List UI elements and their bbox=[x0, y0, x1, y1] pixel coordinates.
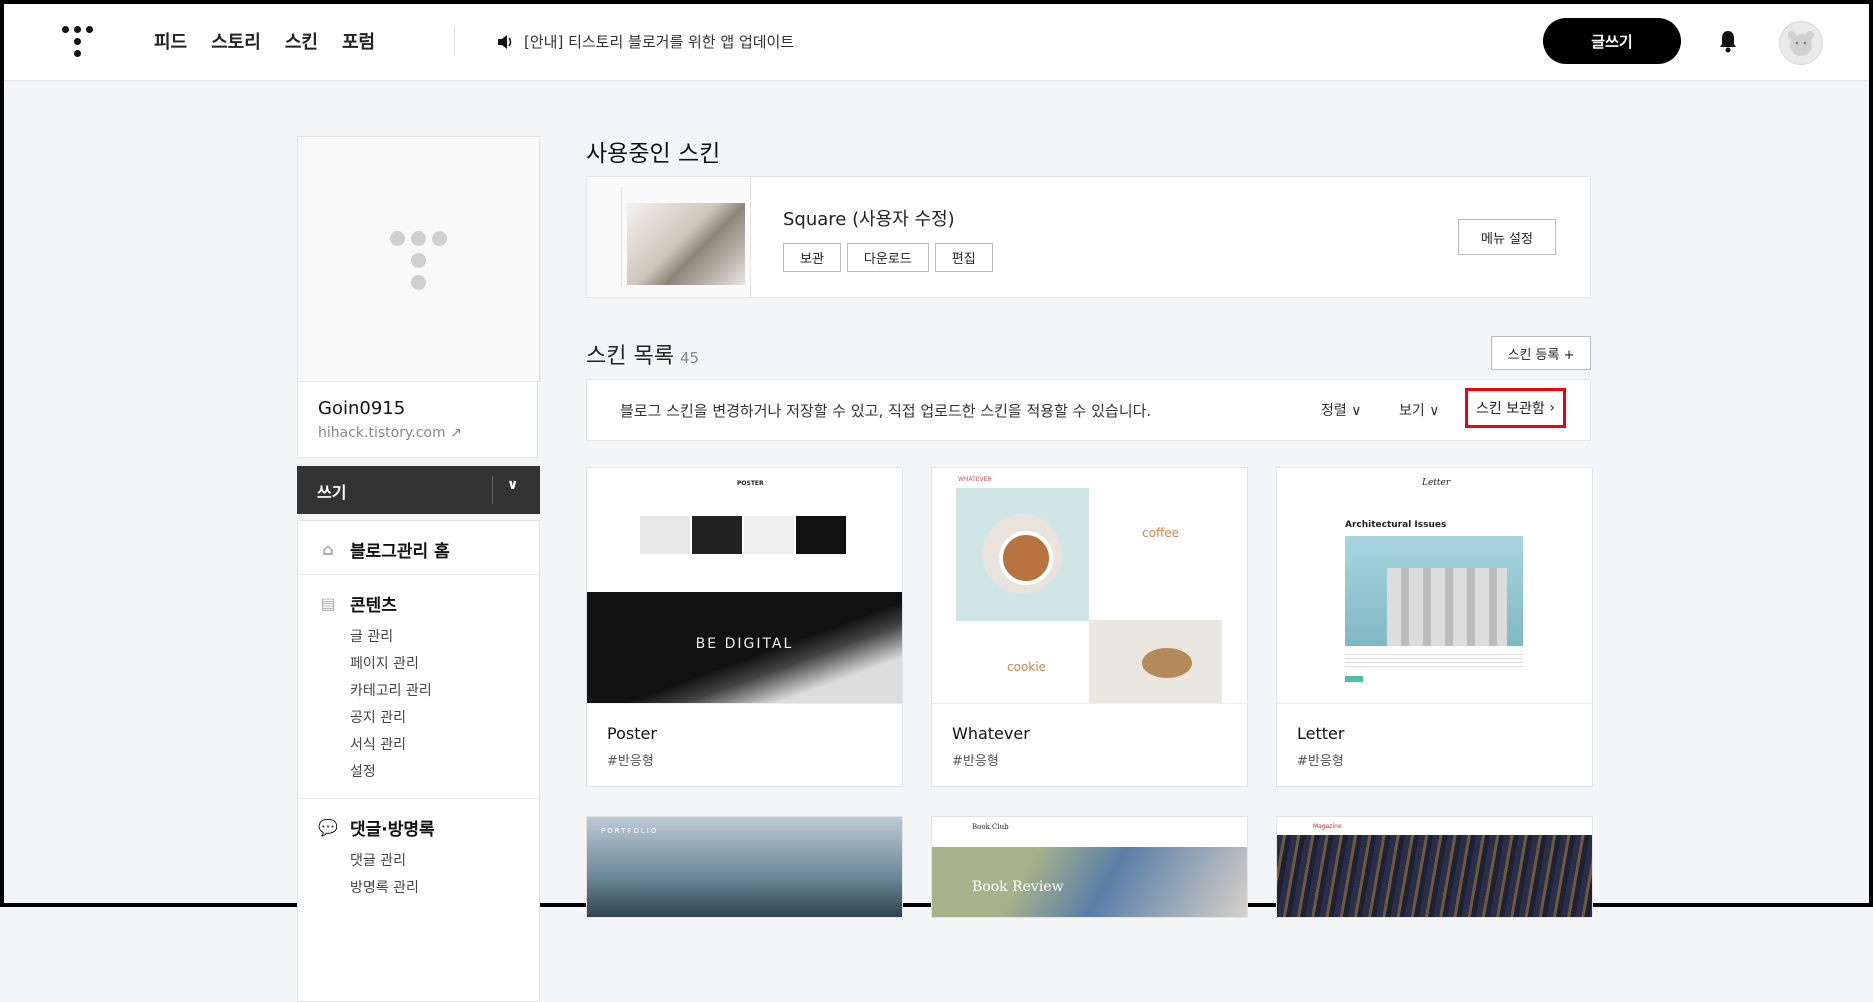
skin-storage-label: 스킨 보관함 bbox=[1476, 401, 1545, 417]
menu-home[interactable]: ⌂ 블로그관리 홈 bbox=[318, 537, 519, 563]
letter-preview-text: Architectural Issues bbox=[1345, 520, 1447, 530]
sidebar-item-posts[interactable]: 글 관리 bbox=[350, 624, 519, 651]
menu-comments[interactable]: 💬 댓글·방명록 bbox=[318, 815, 519, 841]
skin-card-portfolio[interactable]: PORTFOLIO bbox=[586, 816, 903, 918]
chevron-down-icon: ∨ bbox=[1429, 403, 1440, 419]
portfolio-preview-text: PORTFOLIO bbox=[601, 827, 659, 835]
skin-preview-whatever: WHATEVER coffee cookie bbox=[932, 468, 1247, 704]
external-link-icon: ↗ bbox=[450, 425, 462, 441]
skin-name: Whatever bbox=[952, 724, 1030, 743]
skin-list-description: 블로그 스킨을 변경하거나 저장할 수 있고, 직접 업로드한 스킨을 적용할 … bbox=[620, 402, 1152, 420]
sort-dropdown[interactable]: 정렬 ∨ bbox=[1321, 400, 1361, 420]
nav-divider bbox=[454, 28, 455, 56]
skin-list-title-text: 스킨 목록 bbox=[586, 344, 674, 369]
letter-header: Letter bbox=[1422, 478, 1451, 488]
home-icon: ⌂ bbox=[322, 539, 334, 559]
sort-label: 정렬 bbox=[1321, 403, 1347, 419]
sidebar: Goin0915 hihack.tistory.com ↗ 쓰기 ∨ ⌂ 블로그… bbox=[297, 136, 540, 1002]
skin-card-whatever[interactable]: WHATEVER coffee cookie Whatever #반응형 bbox=[931, 467, 1248, 787]
nav-skin[interactable]: 스킨 bbox=[285, 28, 318, 54]
bell-icon[interactable] bbox=[1718, 29, 1738, 57]
write-divider bbox=[492, 476, 493, 504]
blog-info: Goin0915 hihack.tistory.com ↗ bbox=[297, 382, 538, 458]
bookclub-header: Book Club bbox=[972, 823, 1009, 831]
chevron-down-icon[interactable]: ∨ bbox=[507, 477, 518, 493]
poster-preview-text: BE DIGITAL bbox=[695, 636, 794, 652]
menu-setting-button[interactable]: 메뉴 설정 bbox=[1458, 219, 1556, 255]
sidebar-item-categories[interactable]: 카테고리 관리 bbox=[350, 678, 519, 705]
skin-list-toolbar: 블로그 스킨을 변경하거나 저장할 수 있고, 직접 업로드한 스킨을 적용할 … bbox=[586, 379, 1591, 441]
skin-card-bookclub[interactable]: Book Club Book Review bbox=[931, 816, 1248, 918]
blog-url-link[interactable]: hihack.tistory.com ↗ bbox=[318, 425, 517, 441]
menu-contents-label: 콘텐츠 bbox=[350, 596, 397, 616]
sidebar-item-templates[interactable]: 서식 관리 bbox=[350, 732, 519, 759]
menu-section-comments: 💬 댓글·방명록 댓글 관리 방명록 관리 bbox=[298, 799, 539, 914]
sidebar-item-guestbook[interactable]: 방명록 관리 bbox=[350, 875, 519, 902]
skin-card-poster[interactable]: POSTER BE DIGITAL Poster #반응형 bbox=[586, 467, 903, 787]
tistory-logo[interactable] bbox=[62, 26, 94, 60]
whatever-preview-text: coffee bbox=[1142, 526, 1179, 540]
skin-tag: #반응형 bbox=[1297, 754, 1344, 769]
menu-section-contents: ▤ 콘텐츠 글 관리 페이지 관리 카테고리 관리 공지 관리 서식 관리 설정 bbox=[298, 575, 539, 799]
skin-count: 45 bbox=[679, 349, 700, 367]
sidebar-menu: ⌂ 블로그관리 홈 ▤ 콘텐츠 글 관리 페이지 관리 카테고리 관리 공지 관… bbox=[297, 520, 540, 1002]
skin-tag: #반응형 bbox=[952, 754, 999, 769]
document-icon: ▤ bbox=[320, 593, 336, 613]
sidebar-write-button[interactable]: 쓰기 ∨ bbox=[297, 466, 540, 514]
sidebar-item-comments[interactable]: 댓글 관리 bbox=[350, 848, 519, 875]
nav-feed[interactable]: 피드 bbox=[154, 28, 187, 54]
main-nav: 피드 스토리 스킨 포럼 bbox=[154, 28, 375, 54]
sidebar-item-settings[interactable]: 설정 bbox=[350, 759, 519, 786]
view-dropdown[interactable]: 보기 ∨ bbox=[1399, 400, 1439, 420]
skin-name: Letter bbox=[1297, 724, 1345, 743]
archive-button[interactable]: 보관 bbox=[783, 243, 841, 272]
view-label: 보기 bbox=[1399, 403, 1425, 419]
menu-section-home: ⌂ 블로그관리 홈 bbox=[298, 521, 539, 575]
menu-comments-label: 댓글·방명록 bbox=[350, 820, 435, 840]
avatar[interactable] bbox=[1779, 21, 1823, 65]
sidebar-item-notices[interactable]: 공지 관리 bbox=[350, 705, 519, 732]
skin-name: Poster bbox=[607, 724, 657, 743]
whatever-preview-text2: cookie bbox=[1007, 660, 1046, 674]
sidebar-write-label: 쓰기 bbox=[317, 483, 347, 502]
chevron-down-icon: ∨ bbox=[1351, 403, 1362, 419]
chevron-right-icon: › bbox=[1549, 400, 1555, 416]
current-skin-actions: 보관 다운로드 편집 bbox=[783, 243, 993, 272]
notice-text: [안내] 티스토리 블로거를 위한 앱 업데이트 bbox=[524, 33, 795, 51]
poster-header: POSTER bbox=[737, 480, 764, 487]
edit-button[interactable]: 편집 bbox=[934, 243, 993, 272]
blog-url-text: hihack.tistory.com bbox=[318, 425, 446, 441]
bookclub-preview-text: Book Review bbox=[972, 879, 1064, 895]
contents-submenu: 글 관리 페이지 관리 카테고리 관리 공지 관리 서식 관리 설정 bbox=[318, 624, 519, 786]
current-skin-thumbnail[interactable] bbox=[587, 177, 751, 297]
skin-storage-button[interactable]: 스킨 보관함 › bbox=[1465, 388, 1566, 428]
current-skin-panel: Square (사용자 수정) 보관 다운로드 편집 메뉴 설정 bbox=[586, 176, 1591, 298]
nav-forum[interactable]: 포럼 bbox=[342, 28, 375, 54]
current-skin-title: 사용중인 스킨 bbox=[586, 141, 721, 167]
register-skin-button[interactable]: 스킨 등록 + bbox=[1491, 336, 1591, 370]
sidebar-item-pages[interactable]: 페이지 관리 bbox=[350, 651, 519, 678]
menu-contents[interactable]: ▤ 콘텐츠 bbox=[318, 591, 519, 617]
speaker-icon bbox=[498, 34, 512, 49]
skin-preview-letter: Letter Architectural Issues bbox=[1277, 468, 1592, 704]
skin-card-magazine[interactable]: Magazine bbox=[1276, 816, 1593, 918]
write-button[interactable]: 글쓰기 bbox=[1543, 18, 1681, 64]
magazine-header: Magazine bbox=[1313, 823, 1342, 830]
skin-preview-poster: POSTER BE DIGITAL bbox=[587, 468, 902, 704]
main-content: 사용중인 스킨 Square (사용자 수정) 보관 다운로드 편집 메뉴 설정… bbox=[586, 134, 1593, 918]
current-skin-name: Square (사용자 수정) bbox=[783, 209, 955, 230]
comments-submenu: 댓글 관리 방명록 관리 bbox=[318, 848, 519, 902]
notice-banner[interactable]: [안내] 티스토리 블로거를 위한 앱 업데이트 bbox=[496, 31, 794, 52]
skin-tag: #반응형 bbox=[607, 754, 654, 769]
whatever-header: WHATEVER bbox=[958, 476, 992, 483]
top-bar: 피드 스토리 스킨 포럼 [안내] 티스토리 블로거를 위한 앱 업데이트 글쓰… bbox=[4, 4, 1869, 81]
blog-thumbnail[interactable] bbox=[297, 136, 540, 382]
skin-list-title: 스킨 목록 45 bbox=[586, 338, 699, 370]
nav-story[interactable]: 스토리 bbox=[211, 28, 261, 54]
comment-icon: 💬 bbox=[318, 817, 338, 837]
blog-name: Goin0915 bbox=[318, 398, 406, 419]
download-button[interactable]: 다운로드 bbox=[846, 243, 929, 272]
menu-home-label: 블로그관리 홈 bbox=[350, 542, 450, 562]
skin-card-letter[interactable]: Letter Architectural Issues Letter #반응형 bbox=[1276, 467, 1593, 787]
